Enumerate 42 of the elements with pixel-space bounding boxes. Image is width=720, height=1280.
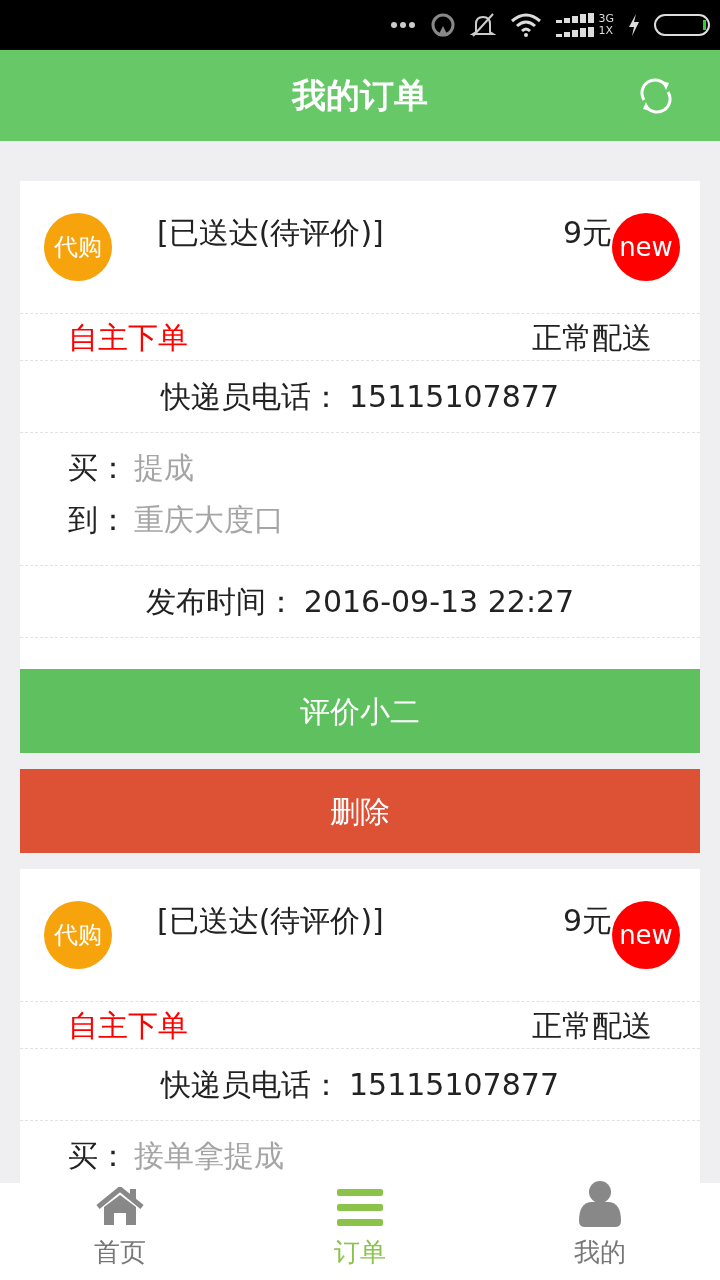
charging-icon [628,14,640,36]
service-badge: 代购 [44,213,112,281]
time-label: 发布时间： [145,583,296,621]
courier-label: 快递员电话： [161,378,341,416]
courier-phone: 15115107877 [349,1066,559,1104]
address-value: 重庆大度口 [134,500,284,539]
order-price: 9元 [562,902,612,940]
menu-icon [337,1189,383,1227]
battery-icon [654,14,710,36]
courier-phone: 15115107877 [349,378,559,416]
publish-time: 2016-09-13 22:27 [303,583,575,621]
refresh-icon[interactable] [638,78,674,114]
address-label: 到： [68,500,128,539]
signal-icon [556,13,595,37]
order-status: [已送达(待评价)] [157,902,385,940]
bell-off-icon [470,12,497,38]
wifi-icon [510,13,543,37]
order-source: 自主下单 [68,1006,188,1045]
order-status: [已送达(待评价)] [157,214,385,252]
nav-tab[interactable]: 订单 [240,1183,480,1280]
address-value: 接单拿提成 [134,1136,284,1175]
service-badge: 代购 [44,901,112,969]
page-title: 我的订单 [292,74,428,117]
delete-button[interactable]: 删除 [20,769,700,853]
delivery-type: 正常配送 [532,318,652,357]
nav-tab[interactable]: 首页 [0,1183,240,1280]
order-price: 9元 [562,214,612,252]
address-label: 买： [68,448,128,487]
new-badge: new [612,213,680,281]
address-value: 提成 [134,448,194,487]
nav-tab[interactable]: 我的 [480,1183,720,1280]
network-type: 1X [598,25,614,37]
user-icon [579,1181,621,1227]
new-badge: new [612,901,680,969]
more-icon [390,21,417,29]
address-label: 买： [68,1136,128,1175]
courier-label: 快递员电话： [161,1066,341,1104]
review-button[interactable]: 评价小二 [20,669,700,753]
home-icon [96,1187,144,1227]
order-source: 自主下单 [68,318,188,357]
network-type: 3G [598,13,614,25]
delivery-type: 正常配送 [532,1006,652,1045]
